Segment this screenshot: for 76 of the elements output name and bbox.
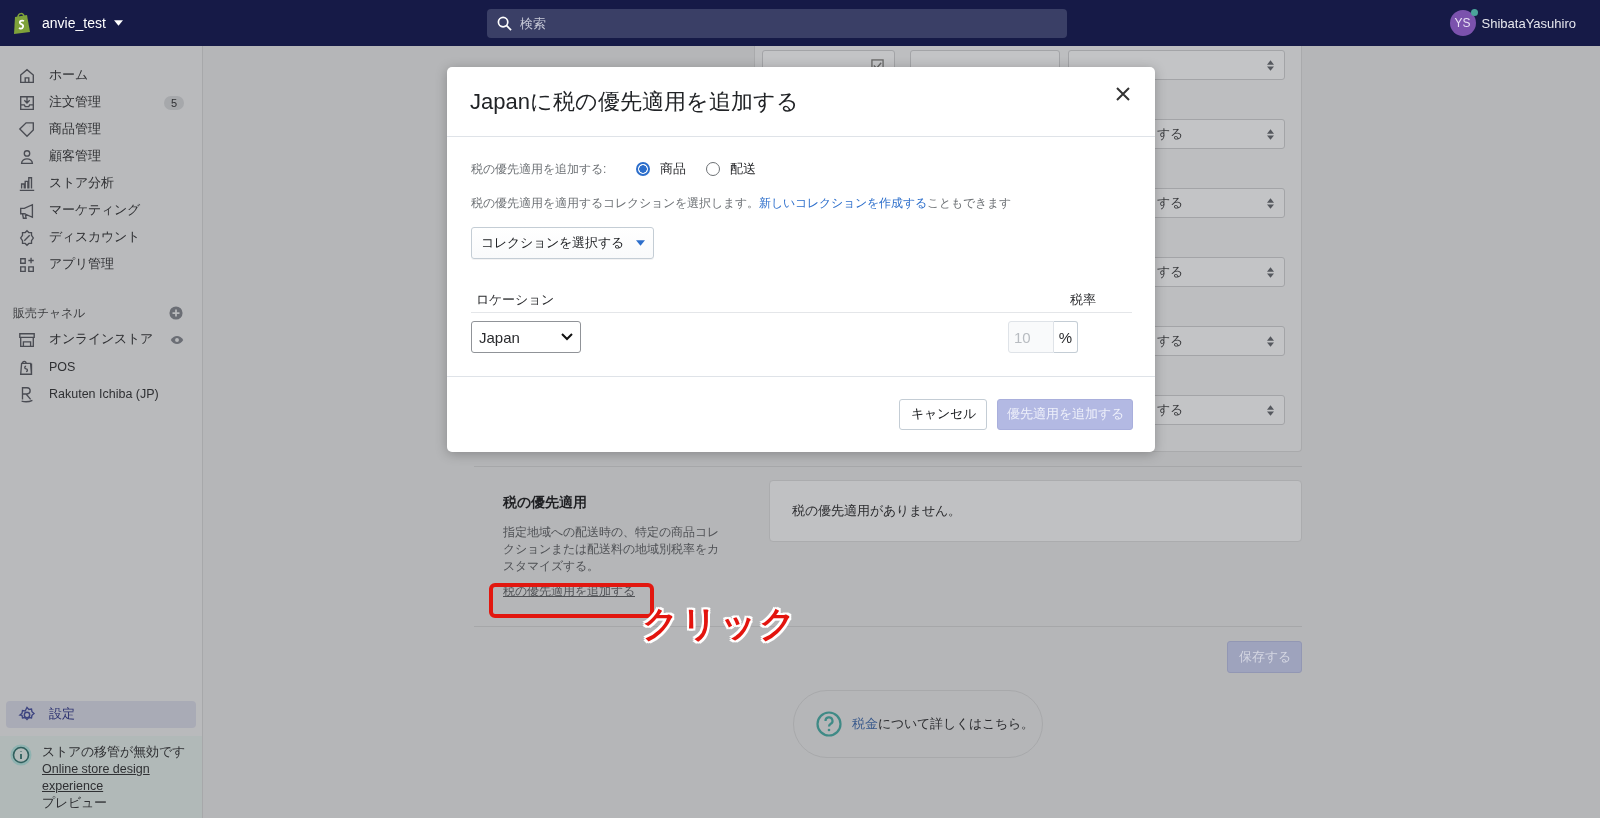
info-icon <box>10 744 32 766</box>
nav-label: POS <box>49 359 76 374</box>
nav-icon <box>18 120 36 139</box>
nav-label: アプリ管理 <box>49 256 114 273</box>
help-link[interactable]: 税金 <box>852 716 878 731</box>
settings-item[interactable]: 設定 <box>6 701 196 728</box>
modal-title: Japanに税の優先適用を追加する <box>470 87 799 116</box>
notice-link[interactable]: Online store design experience <box>42 761 196 795</box>
nav-icon <box>18 255 36 274</box>
select-arrows-icon <box>1267 404 1274 416</box>
search-icon <box>497 15 512 31</box>
nav-label: ストア分析 <box>49 175 114 192</box>
nav-icon <box>18 201 36 220</box>
nav-item[interactable]: Rakuten Ichiba (JP) <box>6 380 196 407</box>
nav-label: Rakuten Ichiba (JP) <box>49 386 159 401</box>
nav-item[interactable]: オンラインストア <box>6 326 196 353</box>
select-arrows-icon <box>1267 266 1274 278</box>
eye-icon[interactable] <box>170 334 184 345</box>
nav-item[interactable]: ディスカウント <box>6 224 196 251</box>
search-field[interactable]: 検索 <box>487 8 1067 38</box>
nav-icon <box>18 66 36 85</box>
select-arrows-icon <box>1267 197 1274 209</box>
nav-label: 商品管理 <box>49 121 101 138</box>
nav-icon <box>18 174 36 193</box>
location-select[interactable]: Japan <box>471 321 581 353</box>
close-icon <box>1115 85 1131 102</box>
store-switcher[interactable]: anvie_test <box>42 15 123 31</box>
help-text: 税金について詳しくはこちら。 <box>852 715 1034 733</box>
select-arrows-icon <box>1267 59 1274 71</box>
help-icon <box>816 711 842 737</box>
section-heading: 販売チャネル <box>13 304 85 322</box>
user-name[interactable]: ShibataYasuhiro <box>1481 15 1576 31</box>
nav-icon <box>18 93 36 112</box>
unit-label: % <box>1054 321 1078 353</box>
radio-label: 配送 <box>730 160 757 178</box>
column-header: 税率 <box>1070 292 1096 309</box>
caret-icon <box>635 240 645 246</box>
shop-bag-logo <box>12 12 32 34</box>
create-collection-link[interactable]: 新しいコレクションを作成する <box>759 196 927 210</box>
nav-label: ディスカウント <box>49 229 140 246</box>
nav-item[interactable]: POS <box>6 353 196 380</box>
radio-label: 商品 <box>660 160 687 178</box>
select-arrows-icon <box>1267 335 1274 347</box>
section-description: 指定地域への配送時の、特定の商品コレクションまたは配送料の地域別税率をカスタマイズする。 <box>503 524 720 575</box>
radio-button[interactable] <box>636 162 651 176</box>
nav-label: 設定 <box>49 706 75 723</box>
nav-item[interactable]: アプリ管理 <box>6 251 196 278</box>
empty-message: 税の優先適用がありません。 <box>792 502 961 520</box>
chevron-icon <box>561 333 573 341</box>
cancel-button[interactable]: キャンセル <box>899 399 987 430</box>
caret-icon <box>113 20 123 26</box>
count-badge: 5 <box>163 95 184 110</box>
nav-label: 注文管理 <box>49 94 101 111</box>
collection-dropdown[interactable]: コレクションを選択する <box>471 227 654 259</box>
column-header: ロケーション <box>476 292 554 309</box>
nav-label: マーケティング <box>49 202 140 219</box>
add-icon[interactable] <box>169 306 183 320</box>
field-label: 税の優先適用を追加する: <box>471 160 607 178</box>
nav-label: 顧客管理 <box>49 148 101 165</box>
nav-label: オンラインストア <box>49 331 153 348</box>
nav-item[interactable]: ストア分析 <box>6 170 196 197</box>
nav-item[interactable]: ホーム <box>6 62 196 89</box>
nav-icon <box>18 330 36 349</box>
hint-text: 税の優先適用を適用するコレクションを選択します。新しいコレクションを作成することもできます <box>471 195 1012 212</box>
section-title: 税の優先適用 <box>503 494 588 512</box>
nav-item[interactable]: マーケティング <box>6 197 196 224</box>
annotation-label: クリック <box>642 602 798 646</box>
nav-item[interactable]: 顧客管理 <box>6 143 196 170</box>
nav-item[interactable]: 注文管理 5 <box>6 89 196 116</box>
nav-icon <box>18 228 36 247</box>
select-arrows-icon <box>1267 128 1274 140</box>
user-avatar[interactable]: YS <box>1449 10 1476 36</box>
nav-item[interactable]: 商品管理 <box>6 116 196 143</box>
nav-icon <box>18 147 36 166</box>
notice-text: ストアの移管が無効です Online store design experience プレビュー <box>42 744 196 812</box>
nav-label: ホーム <box>49 67 88 84</box>
